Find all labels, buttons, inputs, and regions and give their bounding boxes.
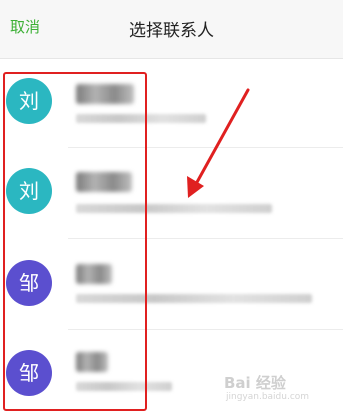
watermark-logo: Bai 经验: [224, 374, 286, 392]
watermark-url: jingyan.baidu.com: [226, 392, 310, 402]
annotation-arrow: [187, 88, 250, 198]
